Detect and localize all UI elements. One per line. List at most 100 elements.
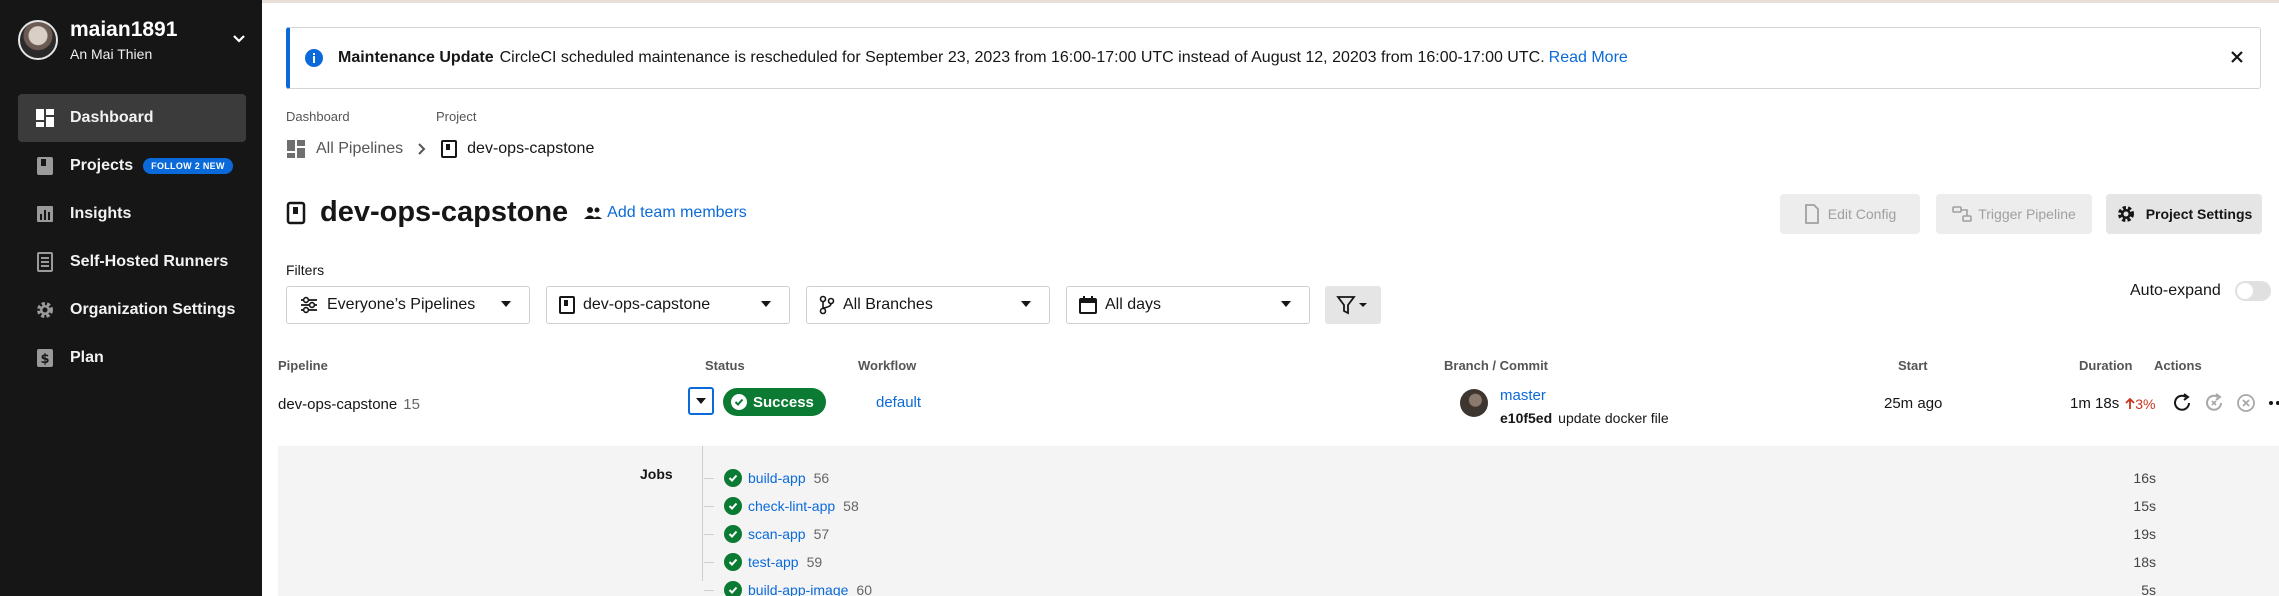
job-name[interactable]: build-app-image (748, 582, 848, 596)
job-number: 59 (806, 554, 823, 570)
expand-jobs-button[interactable] (688, 387, 714, 415)
auto-expand-control: Auto-expand (2130, 281, 2271, 301)
sidebar-item-label: Plan (70, 349, 104, 366)
col-header-status: Status (705, 358, 745, 373)
job-name[interactable]: test-app (748, 554, 799, 570)
pipelines-filter-dropdown[interactable]: Everyone’s Pipelines (286, 286, 530, 324)
edit-config-label: Edit Config (1827, 206, 1897, 222)
tree-stub (704, 505, 714, 507)
user-menu[interactable]: maian1891 An Mai Thien (18, 18, 248, 64)
sidebar-item-org-settings[interactable]: Organization Settings (18, 286, 246, 334)
read-more-link[interactable]: Read More (1549, 49, 1628, 67)
col-header-duration: Duration (2079, 358, 2133, 373)
workflow-link[interactable]: default (876, 394, 921, 411)
pipeline-number: 15 (403, 396, 420, 413)
job-item[interactable]: scan-app 57 (704, 523, 829, 545)
sidebar-item-label: Projects (70, 157, 134, 174)
project-icon (559, 296, 575, 314)
job-name[interactable]: build-app (748, 470, 806, 486)
sidebar-item-runners[interactable]: Self-Hosted Runners (18, 238, 246, 286)
commit-info[interactable]: e10f5ed update docker file (1500, 410, 1669, 426)
pipeline-name: dev-ops-capstone (278, 396, 398, 413)
follow-badge[interactable]: FOLLOW 2 NEW (143, 158, 233, 174)
sidebar-item-label: Self-Hosted Runners (70, 253, 229, 270)
user-full-name: An Mai Thien (70, 46, 153, 62)
pipeline-icon (1952, 206, 1973, 222)
main-content: Maintenance Update CircleCI scheduled ma… (262, 0, 2279, 596)
auto-expand-toggle[interactable] (2234, 281, 2271, 301)
col-header-start: Start (1898, 358, 1928, 373)
check-icon (724, 553, 742, 571)
job-item[interactable]: build-app 56 (704, 467, 829, 489)
runner-icon (34, 251, 56, 273)
tree-line (702, 446, 703, 581)
project-settings-button[interactable]: Project Settings (2106, 194, 2262, 234)
job-duration: 19s (2133, 526, 2156, 542)
info-icon (305, 49, 323, 67)
chevron-down-icon[interactable] (230, 30, 248, 48)
close-icon[interactable] (2226, 46, 2248, 68)
dollar-icon: $ (34, 347, 56, 369)
chevron-right-icon (418, 143, 426, 155)
check-icon (724, 525, 742, 543)
project-icon (286, 201, 306, 224)
auto-expand-label: Auto-expand (2130, 282, 2221, 299)
breadcrumb-project[interactable]: dev-ops-capstone (467, 140, 594, 158)
job-number: 57 (813, 526, 830, 542)
check-icon (731, 394, 747, 410)
delta-value: 3% (2135, 395, 2156, 412)
trigger-pipeline-button[interactable]: Trigger Pipeline (1936, 194, 2092, 234)
col-header-workflow: Workflow (858, 358, 917, 373)
check-icon (724, 469, 742, 487)
project-filter-dropdown[interactable]: dev-ops-capstone (546, 286, 790, 324)
more-icon[interactable] (2266, 391, 2279, 415)
breadcrumb: All Pipelines dev-ops-capstone (286, 139, 594, 159)
cancel-icon[interactable] (2234, 391, 2258, 415)
job-item[interactable]: check-lint-app 58 (704, 495, 859, 517)
days-filter-dropdown[interactable]: All days (1066, 286, 1310, 324)
sidebar-item-label: Dashboard (70, 109, 154, 126)
dashboard-icon (34, 107, 56, 129)
project-header: dev-ops-capstone Add team members (286, 196, 747, 229)
job-name[interactable]: scan-app (748, 526, 806, 542)
settings-label: Project Settings (2145, 206, 2253, 222)
jobs-label: Jobs (640, 466, 673, 482)
caret-down-icon (1281, 301, 1291, 307)
gear-icon (2117, 206, 2134, 222)
branch-filter-dropdown[interactable]: All Branches (806, 286, 1050, 324)
project-icon (441, 140, 458, 158)
svg-text:$: $ (40, 352, 49, 367)
status-badge[interactable]: Success (723, 388, 826, 416)
sidebar-item-dashboard[interactable]: Dashboard (18, 94, 246, 142)
job-number: 56 (813, 470, 830, 486)
arrow-up-icon (2125, 397, 2135, 409)
sidebar: maian1891 An Mai Thien Dashboard Project… (0, 0, 262, 596)
commit-message: update docker file (1558, 410, 1669, 426)
advanced-filter-button[interactable] (1325, 286, 1381, 324)
tree-stub (704, 561, 714, 563)
pipeline-name-cell[interactable]: dev-ops-capstone 15 (278, 396, 420, 413)
breadcrumb-label-dashboard: Dashboard (286, 109, 350, 124)
sidebar-item-projects[interactable]: Projects FOLLOW 2 NEW (18, 142, 246, 190)
caret-down-icon (501, 301, 511, 307)
sidebar-item-plan[interactable]: $ Plan (18, 334, 246, 382)
table-row: dev-ops-capstone 15 Success default maste… (278, 379, 2279, 446)
job-item[interactable]: test-app 59 (704, 551, 822, 573)
job-name[interactable]: check-lint-app (748, 498, 835, 514)
duration: 1m 18s 3% (2070, 395, 2155, 412)
breadcrumb-all-pipelines[interactable]: All Pipelines (316, 140, 403, 158)
calendar-icon (1079, 296, 1097, 314)
sidebar-item-insights[interactable]: Insights (18, 190, 246, 238)
rerun-icon[interactable] (2170, 391, 2194, 415)
filter-people-icon (301, 296, 317, 314)
add-team-members-link[interactable]: Add team members (584, 204, 747, 222)
rerun-failed-icon[interactable] (2202, 391, 2226, 415)
col-header-actions: Actions (2154, 358, 2202, 373)
job-item[interactable]: build-app-image 60 (704, 579, 872, 596)
edit-config-button[interactable]: Edit Config (1780, 194, 1920, 234)
gear-icon (34, 299, 56, 321)
sidebar-item-label: Insights (70, 205, 132, 222)
branch-link[interactable]: master (1500, 387, 1546, 404)
avatar (1460, 389, 1488, 417)
people-icon (584, 206, 603, 219)
